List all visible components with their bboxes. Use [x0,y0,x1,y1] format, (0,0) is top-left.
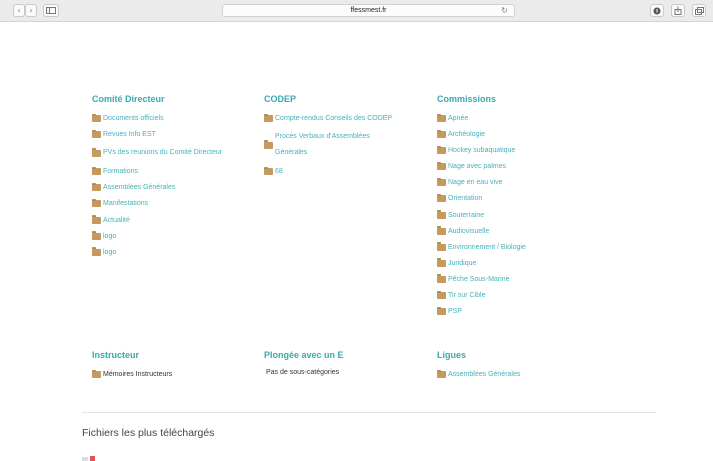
folder-icon [92,198,101,208]
folder-icon [437,113,446,122]
folder-icon [437,145,446,155]
folder-icon [92,215,101,224]
folder-icon [92,231,101,240]
category-title[interactable]: Commissions [437,94,526,104]
section-divider [82,412,656,413]
category-codep: CODEP Compte-rendus Conseils des CODEP P… [264,94,395,182]
folder-icon [92,369,101,378]
folder-icon [92,182,101,192]
list-item[interactable]: Apnée [437,113,526,124]
list-item[interactable]: Documents officiels [92,113,223,124]
pdf-file-icon[interactable] [82,456,96,461]
folder-icon [437,129,446,139]
category-title[interactable]: Plongée avec un E [264,350,344,360]
folder-icon [437,306,446,316]
file-thumbnail-icon [82,457,88,461]
category-title[interactable]: Instructeur [92,350,172,360]
folder-icon [264,166,273,176]
list-item[interactable]: Hockey subaquatique [437,145,526,156]
list-item[interactable]: Souterraine [437,210,526,221]
folder-icon [437,210,446,219]
folder-icon [437,242,446,251]
category-commissions: Commissions Apnée Archéologie Hockey sub… [437,94,526,322]
download-button[interactable] [650,4,664,17]
reload-icon[interactable]: ↻ [501,5,508,17]
list-item[interactable]: 68 [264,166,395,177]
category-instructeur: Instructeur Mémoires Instructeurs [92,350,172,385]
list-item[interactable]: Nage avec palmes [437,161,526,172]
folder-icon [437,177,446,187]
list-item[interactable]: Orientation [437,193,526,204]
folder-icon [92,113,101,122]
back-icon: ‹ [17,6,21,15]
category-comite-directeur: Comité Directeur Documents officiels Rev… [92,94,223,263]
list-item[interactable]: Revues Info EST [92,129,223,140]
folder-icon [437,161,446,171]
folder-icon [437,290,446,300]
back-button[interactable]: ‹ [13,4,25,17]
folder-icon [437,226,446,235]
list-item[interactable]: Assemblées Générales [92,182,223,193]
list-item[interactable]: Tir sur Cible [437,290,526,301]
list-item[interactable]: Archéologie [437,129,526,140]
folder-icon [264,140,273,149]
url-text: ffessmest.fr [350,7,387,14]
list-item[interactable]: Juridique [437,258,526,269]
no-subcategories-note: Pas de sous-catégories [266,369,340,376]
list-item[interactable]: Audiovisuelle [437,226,526,237]
folder-icon [92,129,101,139]
pdf-icon [90,456,95,461]
category-plongee-avec-un-e: Plongée avec un E Pas de sous-catégories [264,350,344,376]
folder-icon [437,258,446,267]
list-item[interactable]: Compte-rendus Conseils des CODEP [264,113,395,124]
address-bar[interactable]: ffessmest.fr ↻ [222,4,515,17]
list-item[interactable]: Manifestations [92,198,223,209]
tabs-button[interactable] [692,4,706,17]
list-item[interactable]: Nage en eau vive [437,177,526,188]
folder-icon [437,369,446,378]
folder-icon [92,247,101,256]
list-item[interactable]: PVs des reunions du Comité Directeur [92,145,223,161]
sidebar-icon [46,7,56,14]
category-title[interactable]: CODEP [264,94,395,104]
share-button[interactable] [671,4,685,17]
list-item[interactable]: Procès Verbaux d'Assemblées Générales [264,129,395,161]
download-icon [653,7,661,15]
folder-icon [92,166,101,176]
folder-icon [437,193,446,203]
list-item[interactable]: Assemblées Générales [437,369,520,380]
folder-icon [92,148,101,157]
list-item[interactable]: Mémoires Instructeurs [92,369,172,380]
tabs-icon [694,7,704,15]
category-title[interactable]: Comité Directeur [92,94,223,104]
browser-toolbar: ‹ › ffessmest.fr ↻ [0,0,713,22]
category-title[interactable]: Ligues [437,350,520,360]
folder-icon [437,274,446,283]
list-item[interactable]: logo [92,231,223,242]
category-ligues: Ligues Assemblées Générales [437,350,520,385]
forward-icon: › [29,6,33,15]
folder-icon [264,113,273,122]
sidebar-button[interactable] [43,4,59,17]
forward-button[interactable]: › [25,4,37,17]
list-item[interactable]: Environnement / Biologie [437,242,526,253]
list-item[interactable]: logo [92,247,223,258]
most-downloaded-title: Fichiers les plus téléchargés [82,427,215,439]
list-item[interactable]: Formations [92,166,223,177]
list-item[interactable]: Actualité [92,215,223,226]
list-item[interactable]: Pêche Sous-Marine [437,274,526,285]
share-icon [674,6,682,15]
list-item[interactable]: PSP [437,306,526,317]
